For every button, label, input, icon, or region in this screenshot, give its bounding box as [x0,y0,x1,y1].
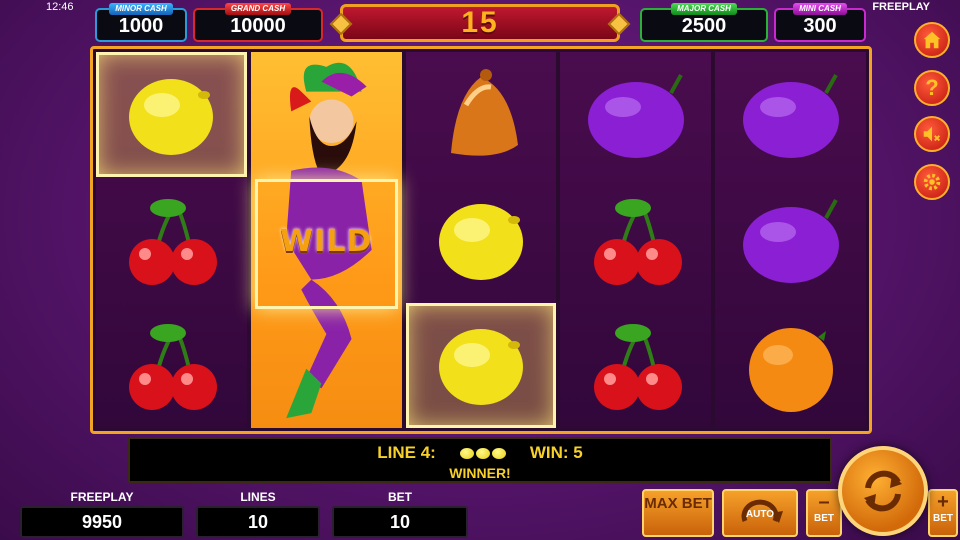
bet-value: 10 [332,506,468,538]
diamond-ornament-left [329,12,353,36]
banner-value: 15 [461,6,499,39]
reel-2: WILD [250,52,402,428]
sound-button[interactable] [914,116,950,152]
minor-jackpot-value: 1000 [118,15,164,37]
mini-jackpot-value: 300 [803,15,837,37]
bet-increase-label: BET [933,513,953,524]
lemon-icon [438,203,523,280]
sound-off-icon [923,126,940,142]
status-time: 12:46 [46,1,74,13]
win-line-panel: LINE 4: WIN: 5 WINNER! [128,437,832,483]
reel-3 [405,52,557,428]
settings-icon [923,173,941,191]
plum-icon [742,73,839,158]
plum-icon [587,73,684,158]
reel-5 [715,52,866,428]
reel-cell-lemon [405,302,557,428]
lemon-icon [129,78,214,155]
lemon-icon [459,447,474,459]
orange-icon [748,328,833,413]
minor-jackpot-label: MINOR CASH [109,3,173,15]
plus-icon: + [937,491,949,513]
lemon-icon [438,329,523,406]
grand-jackpot-value: 10000 [230,15,286,37]
reel-4 [560,52,712,428]
reel-cell-lemon [406,177,557,302]
reel-cell-plum [715,52,866,177]
diamond-ornament-right [607,12,631,36]
freeplay-balance: 9950 [20,506,184,538]
line-label: LINE 4: [377,443,436,462]
reel-cell-cherry [560,303,711,428]
mini-jackpot-label: MINI CASH [793,3,847,15]
bet-decrease-button[interactable]: – BET [806,489,842,537]
major-jackpot-value: 2500 [681,15,727,37]
lines-value[interactable]: 10 [196,506,320,538]
mode-indicator: FREEPLAY [872,1,930,13]
lemon-icon [491,447,506,459]
max-bet-button[interactable]: MAX BET [642,489,714,537]
reel-cell-cherry [96,177,247,302]
lines-label: LINES [240,490,276,504]
winning-symbols [459,447,506,459]
win-amount: WIN: 5 [529,443,583,462]
home-button[interactable] [914,22,950,58]
major-jackpot: MAJOR CASH 2500 [640,3,768,42]
reel-cell-orange [715,303,866,428]
reel-cell-plum [560,52,711,177]
cherry-icon [593,324,682,411]
bet-decrease-label: BET [814,513,834,524]
grand-jackpot: GRAND CASH 10000 [193,3,323,42]
grand-jackpot-label: GRAND CASH [224,3,292,15]
reel-cell-lemon [96,52,247,178]
lemon-icon [475,447,490,459]
spin-button[interactable] [838,446,928,536]
bell-icon [450,68,518,156]
reel-cell-bell [406,52,557,177]
home-icon [923,31,941,49]
cherry-icon [129,324,218,411]
mini-jackpot: MINI CASH 300 [774,3,866,42]
reel-cell-cherry [560,177,711,302]
auto-spin-button[interactable]: AUTO [722,489,798,537]
minus-icon: – [818,491,830,513]
auto-label: AUTO [745,509,775,520]
win-banner: 15 [329,4,631,42]
winner-text: WINNER! [449,465,511,481]
wild-label: WILD [280,224,373,259]
major-jackpot-label: MAJOR CASH [671,3,737,15]
bet-label: BET [388,490,412,504]
reel-cell-cherry [96,303,247,428]
minor-jackpot: MINOR CASH 1000 [95,3,187,42]
reel-grid: WILD [90,46,872,434]
cherry-icon [129,198,218,285]
reel-cell-plum [715,177,866,302]
help-button[interactable]: ? [914,70,950,106]
bet-increase-button[interactable]: + BET [928,489,958,537]
reel-1 [96,52,247,428]
settings-button[interactable] [914,164,950,200]
freeplay-label: FREEPLAY [70,490,134,504]
plum-icon [742,199,839,283]
help-icon: ? [925,75,939,100]
cherry-icon [593,198,682,285]
spin-icon [864,470,902,512]
